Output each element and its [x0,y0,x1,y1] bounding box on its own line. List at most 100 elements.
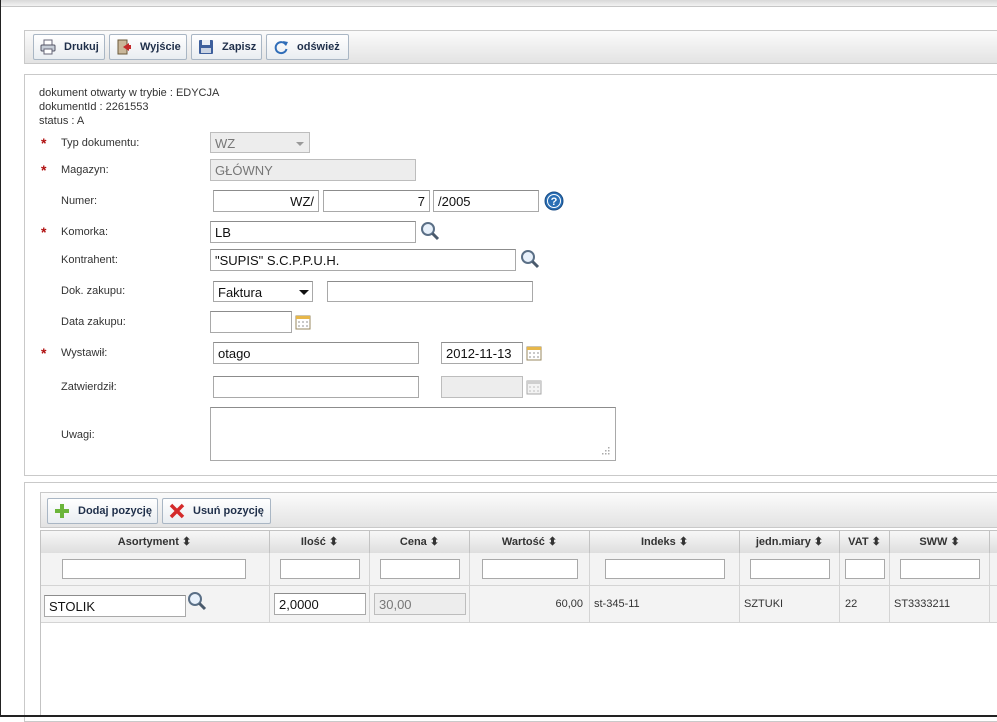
cena-input: 30,00 [374,593,466,615]
search-icon[interactable] [520,249,540,269]
filter-cell [740,553,840,585]
save-button[interactable]: Zapisz [191,34,262,60]
table-row[interactable]: STOLIK 2,0000 30,00 60,00 st-345-11 SZTU… [40,586,997,623]
grid-filter-row [40,553,997,586]
floppy-disk-icon [199,40,213,54]
cell-sww: ST3333211 [890,586,990,622]
document-id-info: dokumentId : 2261553 [39,101,149,113]
cell-cena: 30,00 [370,586,470,622]
filter-ilosc-input[interactable] [280,559,360,579]
refresh-button[interactable]: odśwież [266,34,349,60]
status-info: status : A [39,115,85,127]
column-header-ilosc[interactable]: Ilość ⬍ [270,531,370,553]
filter-sww-input[interactable] [900,559,980,579]
column-header-indeks[interactable]: Indeks ⬍ [590,531,740,553]
number-suffix-field[interactable]: /2005 [433,190,539,212]
purchase-date-field[interactable] [210,311,292,333]
number-field[interactable]: 7 [323,190,430,212]
ilosc-value: 2,0000 [279,597,319,612]
issued-by-value: otago [218,346,251,361]
search-icon[interactable] [420,221,440,241]
cena-value: 30,00 [379,597,412,612]
filter-indeks-input[interactable] [605,559,725,579]
doc-type-label: Typ dokumentu: [61,137,140,149]
print-button[interactable]: Drukuj [33,34,105,60]
ilosc-input[interactable]: 2,0000 [274,593,366,615]
required-marker: * [41,224,47,240]
cell-label: Komorka: [61,226,109,238]
purchase-doc-type-select[interactable]: Faktura [213,281,313,302]
plus-icon [55,504,69,518]
number-value: 7 [417,194,425,209]
issued-date-field[interactable]: 2012-11-13 [441,342,523,364]
notes-label: Uwagi: [61,429,95,441]
sww-value: ST3333211 [894,598,951,610]
number-prefix-field[interactable]: WZ/ [213,190,319,212]
filter-cell [840,553,890,585]
add-position-button[interactable]: Dodaj pozycję [47,498,158,524]
doc-type-value: WZ [215,136,236,151]
column-header-wartosc[interactable]: Wartość ⬍ [470,531,590,553]
filter-cell [370,553,470,585]
calendar-icon[interactable] [295,314,311,330]
calendar-icon [526,380,542,395]
resize-handle-icon[interactable] [599,444,611,456]
filter-vat-input[interactable] [845,559,885,579]
edit-mode-info: dokument otwarty w trybie : EDYCJA [39,87,220,99]
filter-cell [890,553,990,585]
number-suffix-value: /2005 [438,194,471,209]
jm-value: SZTUKI [744,598,784,610]
contractor-field[interactable]: "SUPIS" S.C.P.P.U.H. [210,249,516,271]
approved-date-field [441,376,523,398]
cell-value: LB [215,225,231,240]
filter-wartosc-input[interactable] [482,559,578,579]
column-header-vat[interactable]: VAT ⬍ [840,531,890,553]
asortyment-value: STOLIK [49,599,96,614]
filter-cell [590,553,740,585]
calendar-icon[interactable] [526,345,542,361]
refresh-label: odśwież [297,41,340,53]
purchase-doc-label: Dok. zakupu: [61,285,126,297]
warehouse-value: GŁÓWNY [215,163,273,178]
wartosc-value: 60,00 [555,598,583,610]
filter-cell [470,553,590,585]
filter-cena-input[interactable] [380,559,460,579]
cell-ilosc: 2,0000 [270,586,370,622]
doc-type-select[interactable]: WZ [210,132,310,153]
column-header-cena[interactable]: Cena ⬍ [370,531,470,553]
cell-field[interactable]: LB [210,221,416,243]
column-header-asortyment[interactable]: Asortyment ⬍ [40,531,270,553]
remove-position-button[interactable]: Usuń pozycję [162,498,271,524]
asortyment-input[interactable]: STOLIK [44,595,186,617]
warehouse-label: Magazyn: [61,164,109,176]
issued-by-label: Wystawił: [61,347,108,359]
column-header-jm[interactable]: jedn.miary ⬍ [740,531,840,553]
column-header-sww[interactable]: SWW ⬍ [890,531,990,553]
remove-position-label: Usuń pozycję [193,505,264,517]
purchase-doc-number-field[interactable] [327,281,533,302]
grid-empty-area [40,623,997,715]
printer-icon [40,39,56,55]
help-icon[interactable]: ? [544,191,564,211]
cell-indeks: st-345-11 [590,586,740,622]
purchase-doc-type-value: Faktura [218,285,263,300]
delete-x-icon [169,503,185,519]
warehouse-field[interactable]: GŁÓWNY [210,159,416,181]
grid-header: Asortyment ⬍ Ilość ⬍ Cena ⬍ Wartość ⬍ In… [40,530,997,554]
filter-cell [270,553,370,585]
vat-value: 22 [845,598,858,610]
filter-jm-input[interactable] [750,559,830,579]
required-marker: * [41,162,47,178]
required-marker: * [41,135,47,151]
number-prefix-value: WZ/ [290,194,314,209]
svg-text:?: ? [551,196,558,208]
filter-asortyment-input[interactable] [62,559,246,579]
chevron-down-icon [299,290,309,295]
approved-by-label: Zatwierdził: [61,381,117,393]
search-icon[interactable] [187,591,207,611]
notes-textarea[interactable] [210,407,616,461]
approved-by-field[interactable] [213,376,419,398]
exit-button[interactable]: Wyjście [109,34,187,60]
cell-jm: SZTUKI [740,586,840,622]
issued-by-field[interactable]: otago [213,342,419,364]
